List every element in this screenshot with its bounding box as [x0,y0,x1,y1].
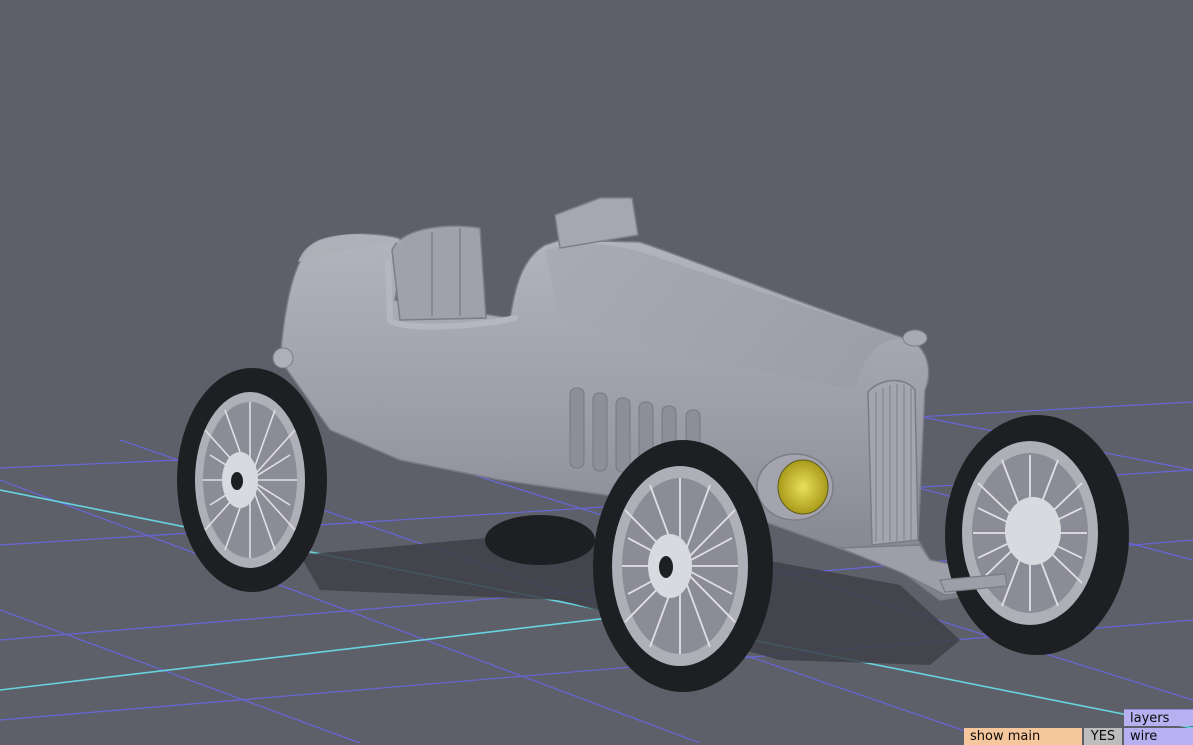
scene-canvas[interactable] [0,0,1193,743]
rear-far-wheel [485,515,595,565]
show-main-toggle[interactable]: YES [1084,728,1122,745]
wire-button[interactable]: wire [1124,728,1193,745]
front-near-wheel [593,440,773,692]
rear-near-wheel [177,368,327,592]
show-main-label: show main [964,728,1082,745]
3d-viewport[interactable] [0,0,1193,743]
layers-button[interactable]: layers [1124,709,1193,726]
front-far-wheel [945,415,1129,655]
